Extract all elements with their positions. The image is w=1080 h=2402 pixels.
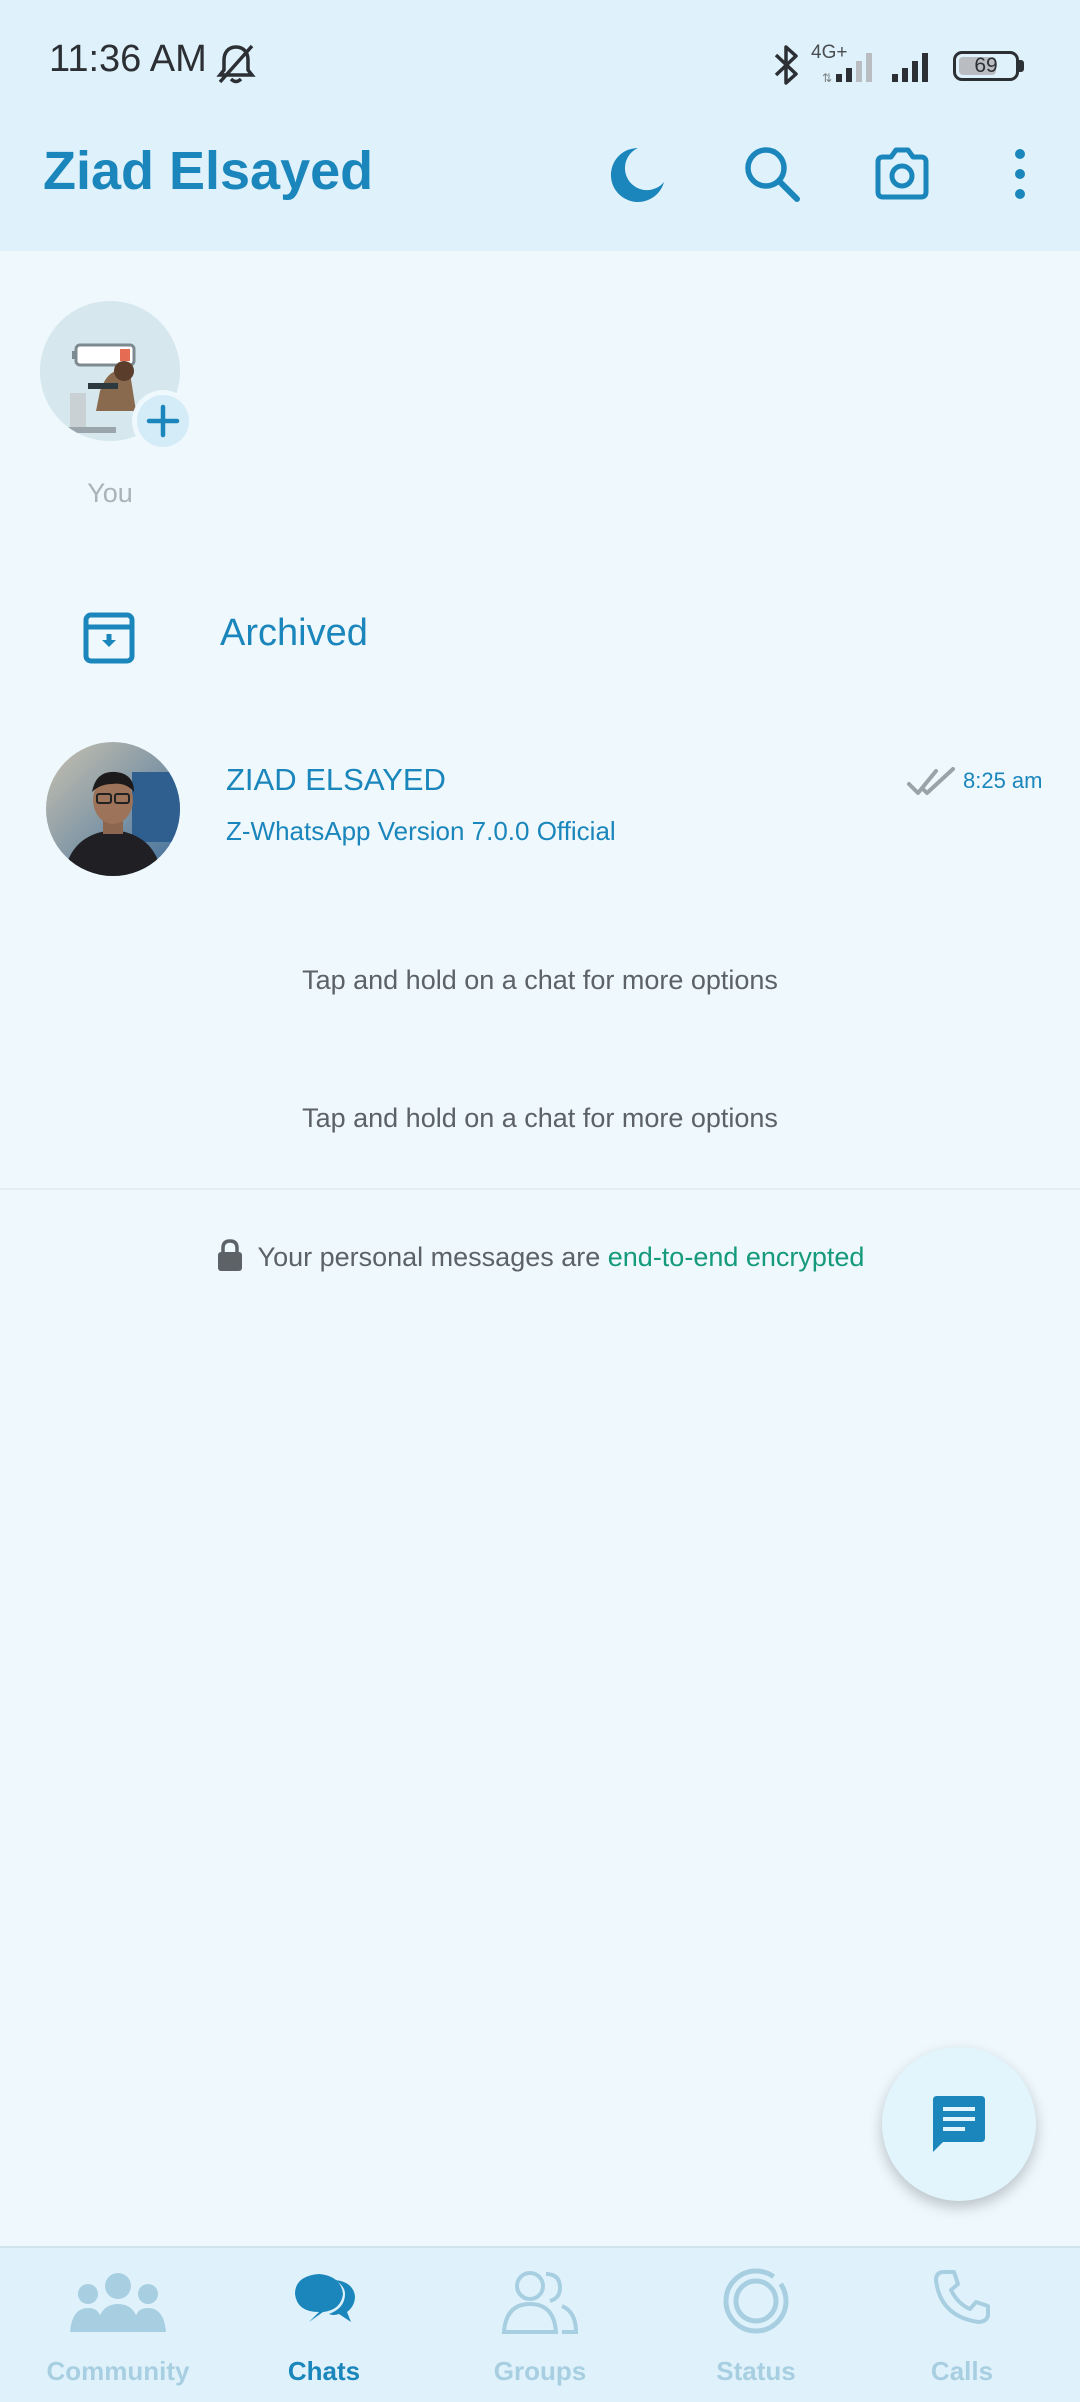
double-check-icon xyxy=(907,767,955,795)
bluetooth-icon xyxy=(774,45,798,85)
chat-last-message: Z-WhatsApp Version 7.0.0 Official xyxy=(226,816,616,846)
more-vert-icon[interactable] xyxy=(1000,142,1040,206)
hint-text: Tap and hold on a chat for more options xyxy=(302,1103,778,1133)
search-icon[interactable] xyxy=(740,142,804,206)
message-icon xyxy=(933,2096,985,2152)
bell-muted-icon xyxy=(216,44,256,84)
svg-text:⇅: ⇅ xyxy=(822,71,832,84)
new-chat-button[interactable] xyxy=(882,2047,1036,2201)
archive-icon xyxy=(83,612,135,664)
encryption-link[interactable]: end-to-end encrypted xyxy=(608,1242,865,1272)
chat-avatar[interactable] xyxy=(46,742,180,876)
nav-chats[interactable]: Chats xyxy=(216,2248,432,2402)
nav-community[interactable]: Community xyxy=(10,2248,226,2402)
nav-label: Chats xyxy=(287,2356,361,2386)
signal-icon: ⇅ xyxy=(822,53,872,84)
chat-timestamp: 8:25 am xyxy=(963,768,1043,793)
nav-label: Groups xyxy=(493,2356,587,2386)
add-status-button[interactable] xyxy=(132,390,194,452)
calls-icon xyxy=(934,2270,990,2324)
divider xyxy=(0,1188,1080,1190)
archived-row[interactable] xyxy=(0,580,1080,700)
moon-icon[interactable] xyxy=(604,142,668,206)
plus-icon xyxy=(146,404,180,438)
status-icon xyxy=(723,2268,789,2334)
nav-label: Status xyxy=(716,2356,796,2386)
battery-tip xyxy=(1019,60,1024,72)
chats-icon xyxy=(295,2274,355,2322)
signal-icon-2 xyxy=(892,53,928,82)
chat-name: ZIAD ELSAYED xyxy=(226,762,446,797)
camera-icon[interactable] xyxy=(870,142,934,206)
encryption-text: Your personal messages are xyxy=(257,1242,608,1272)
battery-level: 69 xyxy=(974,54,998,77)
nav-calls[interactable]: Calls xyxy=(854,2248,1070,2402)
nav-status[interactable]: Status xyxy=(648,2248,864,2402)
avatar-photo xyxy=(46,742,180,876)
nav-groups[interactable]: Groups xyxy=(432,2248,648,2402)
nav-label: Calls xyxy=(930,2356,994,2386)
battery-icon: 69 xyxy=(953,51,1019,81)
status-time: 11:36 AM xyxy=(49,38,207,80)
archived-label: Archived xyxy=(220,612,368,654)
lock-icon xyxy=(217,1239,242,1271)
community-icon xyxy=(70,2273,166,2332)
nav-label: Community xyxy=(46,2356,190,2386)
app-title: Ziad Elsayed xyxy=(43,141,374,201)
encryption-notice: Your personal messages are end-to-end en… xyxy=(0,1238,1080,1273)
my-status-label: You xyxy=(87,478,133,508)
bottom-navigation: Community Chats Groups Status Calls xyxy=(0,2246,1080,2402)
hint-text: Tap and hold on a chat for more options xyxy=(302,965,778,995)
groups-icon xyxy=(501,2271,579,2334)
